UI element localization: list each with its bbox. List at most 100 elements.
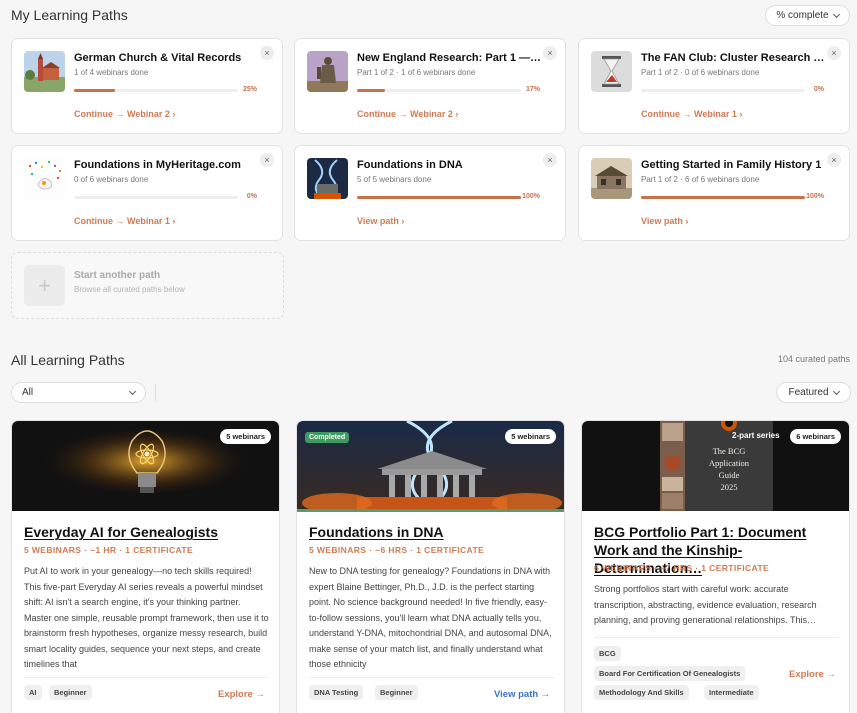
tag-ai[interactable]: AI	[24, 685, 42, 700]
close-icon[interactable]: ×	[543, 46, 557, 60]
sort-dropdown[interactable]: % complete	[765, 5, 850, 26]
path-progress-text: 1 of 4 webinars done	[74, 68, 149, 77]
start-another-path-card[interactable]: + Start another path Browse all curated …	[11, 252, 284, 319]
chevron-right-icon: ›	[172, 109, 176, 119]
explore-link[interactable]: Explore →	[789, 669, 836, 680]
chevron-down-icon	[128, 387, 137, 395]
hourglass-thumbnail	[591, 51, 632, 92]
card-divider	[309, 677, 554, 678]
featured-sort-select[interactable]: Featured	[776, 382, 851, 403]
progress-bar	[74, 196, 238, 199]
path-count: 104 curated paths	[777, 354, 850, 364]
my-paths-title: My Learning Paths	[11, 7, 128, 23]
view-path-link[interactable]: View path ›	[641, 216, 688, 226]
path-card-dna[interactable]: Foundations in DNA 5 of 5 webinars done …	[294, 145, 566, 241]
course-description: Put AI to work in your genealogy—no tech…	[24, 566, 269, 669]
tag-dna-testing[interactable]: DNA Testing	[309, 685, 364, 700]
tag-intermediate[interactable]: Intermediate	[704, 685, 759, 700]
view-path-link[interactable]: View path ›	[357, 216, 404, 226]
progress-bar	[641, 196, 805, 199]
progress-fill	[641, 196, 805, 199]
path-title[interactable]: The FAN Club: Cluster Research …	[641, 52, 826, 64]
path-title[interactable]: Getting Started in Family History 1	[641, 159, 826, 171]
course-description: New to DNA testing for genealogy? Founda…	[309, 566, 552, 669]
path-progress-text: Part 1 of 2 · 1 of 6 webinars done	[357, 68, 476, 77]
series-badge: 2-part series	[732, 431, 780, 440]
progress-percent: 25%	[242, 86, 257, 93]
sort-value: Featured	[788, 387, 829, 398]
progress-percent: 0%	[246, 193, 257, 200]
progress-bar	[357, 196, 521, 199]
close-icon[interactable]: ×	[260, 46, 274, 60]
webinar-count-badge: 6 webinars	[790, 429, 841, 444]
continue-link[interactable]: Continue → Webinar 1 ›	[641, 109, 742, 119]
course-card-bcg-portfolio[interactable]: The BCG Application Guide 2025 2-part se…	[581, 420, 850, 713]
continue-link[interactable]: Continue → Webinar 2 ›	[74, 109, 175, 119]
chevron-down-icon	[832, 387, 840, 395]
start-path-title: Start another path	[74, 270, 161, 281]
path-title[interactable]: New England Research: Part 1 — …	[357, 52, 542, 64]
chevron-right-icon: ›	[455, 109, 459, 119]
house-thumbnail	[591, 158, 632, 199]
progress-percent: 100%	[806, 193, 824, 200]
progress-bar	[641, 89, 805, 92]
filter-value: All	[22, 387, 34, 398]
view-path-link[interactable]: View path →	[494, 689, 550, 700]
all-paths-title: All Learning Paths	[11, 352, 125, 368]
dna-thumbnail	[307, 158, 348, 199]
start-path-subtitle: Browse all curated paths below	[74, 285, 185, 294]
progress-fill	[357, 89, 385, 92]
tag-beginner[interactable]: Beginner	[49, 685, 92, 700]
continue-link[interactable]: Continue → Webinar 2 ›	[357, 109, 458, 119]
path-title[interactable]: Foundations in MyHeritage.com	[74, 159, 259, 171]
course-title[interactable]: Everyday AI for Genealogists	[24, 523, 269, 541]
chevron-right-icon: ›	[739, 109, 743, 119]
filter-divider	[155, 384, 156, 401]
card-divider	[594, 637, 839, 638]
path-card-family-history[interactable]: Getting Started in Family History 1 Part…	[578, 145, 850, 241]
progress-percent: 0%	[813, 86, 824, 93]
path-progress-text: 5 of 5 webinars done	[357, 175, 432, 184]
path-title[interactable]: German Church & Vital Records	[74, 52, 259, 64]
close-icon[interactable]: ×	[260, 153, 274, 167]
close-icon[interactable]: ×	[827, 46, 841, 60]
progress-percent: 100%	[522, 193, 540, 200]
course-title[interactable]: Foundations in DNA	[309, 523, 554, 541]
plus-icon: +	[24, 265, 65, 306]
chevron-right-icon: ›	[685, 216, 689, 226]
myheritage-thumbnail	[24, 158, 65, 199]
path-card-myheritage[interactable]: Foundations in MyHeritage.com 0 of 6 web…	[11, 145, 283, 241]
close-icon[interactable]: ×	[543, 153, 557, 167]
completed-indicator	[297, 509, 564, 512]
course-card-foundations-dna[interactable]: Completed 5 webinars Foundations in DNA …	[296, 420, 565, 713]
webinar-count-badge: 5 webinars	[220, 429, 271, 444]
course-meta: 5 WEBINARS · ~1 HR · 1 CERTIFICATE	[24, 545, 194, 555]
course-description: Strong portfolios start with careful wor…	[594, 584, 817, 625]
tag-beginner[interactable]: Beginner	[375, 685, 418, 700]
tag-methodology[interactable]: Methodology And Skills	[594, 685, 689, 700]
chevron-right-icon: ›	[172, 216, 176, 226]
tag-bcg[interactable]: BCG	[594, 646, 621, 661]
course-card-everyday-ai[interactable]: 5 webinars Everyday AI for Genealogists …	[11, 420, 280, 713]
close-icon[interactable]: ×	[827, 153, 841, 167]
path-progress-text: 0 of 6 webinars done	[74, 175, 149, 184]
completed-badge: Completed	[305, 432, 350, 443]
tag-board-certification[interactable]: Board For Certification Of Genealogists	[594, 666, 746, 681]
path-card-fan-club[interactable]: The FAN Club: Cluster Research … Part 1 …	[578, 38, 850, 134]
course-meta: 5 WEBINARS · ~6 HRS · 1 CERTIFICATE	[309, 545, 485, 555]
path-card-new-england[interactable]: New England Research: Part 1 — … Part 1 …	[294, 38, 566, 134]
path-title[interactable]: Foundations in DNA	[357, 159, 542, 171]
card-divider	[24, 677, 269, 678]
webinar-count-badge: 5 webinars	[505, 429, 556, 444]
explore-link[interactable]: Explore →	[218, 689, 265, 700]
sort-label: % complete	[776, 10, 829, 21]
chevron-right-icon: ›	[401, 216, 405, 226]
path-progress-text: Part 1 of 2 · 6 of 6 webinars done	[641, 175, 760, 184]
progress-fill	[74, 89, 115, 92]
continue-link[interactable]: Continue → Webinar 1 ›	[74, 216, 175, 226]
path-card-german-church[interactable]: German Church & Vital Records 1 of 4 web…	[11, 38, 283, 134]
course-meta: 6 WEBINARS · ~7 HRS · 1 CERTIFICATE	[594, 563, 770, 573]
statue-thumbnail	[307, 51, 348, 92]
progress-fill	[357, 196, 521, 199]
category-filter-select[interactable]: All	[11, 382, 146, 403]
